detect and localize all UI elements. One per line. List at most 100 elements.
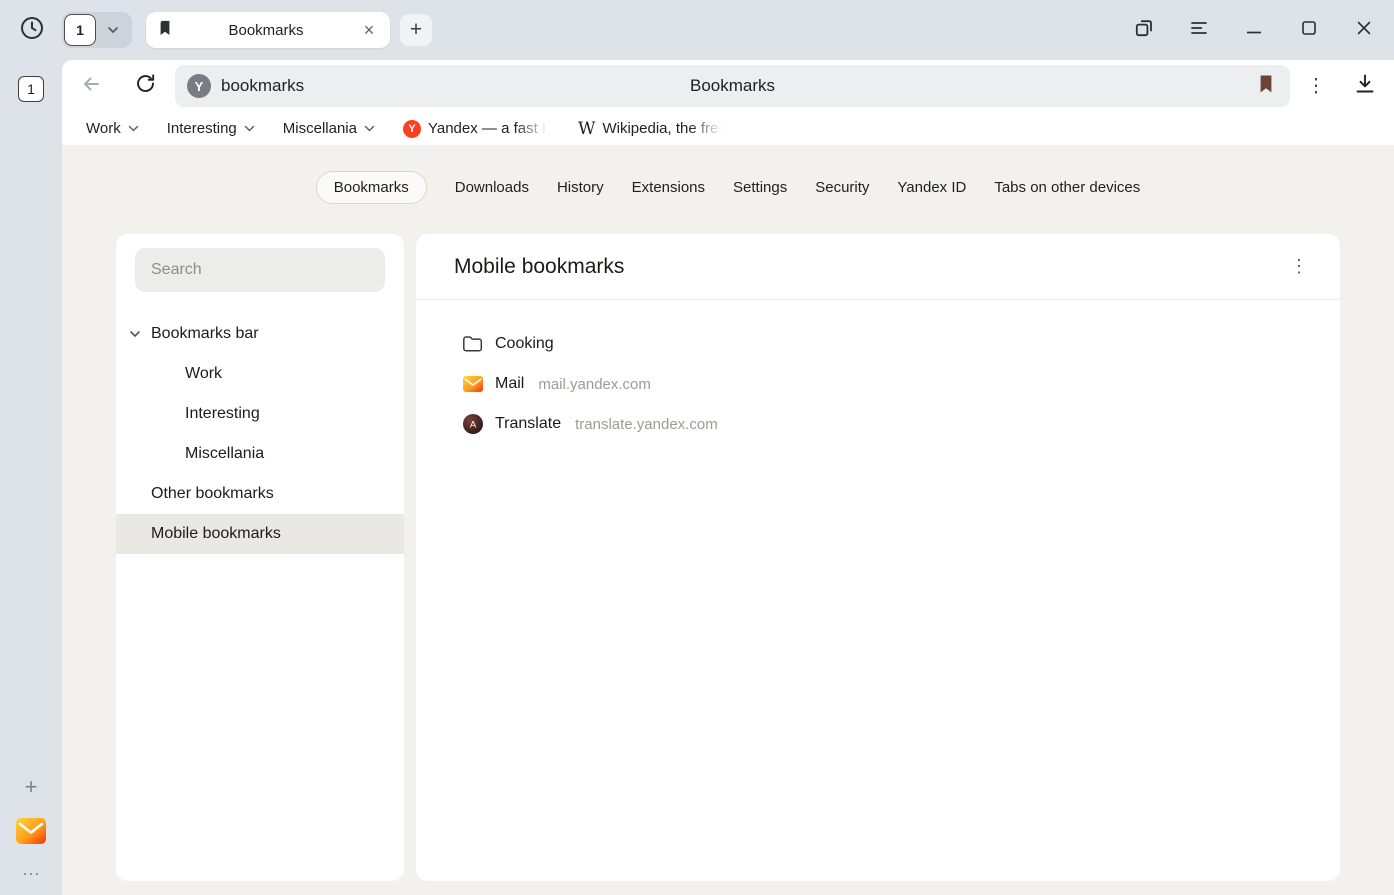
window-minimize-button[interactable] (1242, 18, 1266, 42)
list-item-mail[interactable]: Mail mail.yandex.com (416, 364, 1340, 404)
folder-icon (462, 335, 483, 353)
downloads-button[interactable] (1352, 73, 1378, 99)
bookmark-tab-icon (158, 20, 172, 41)
list-item-cooking[interactable]: Cooking (416, 324, 1340, 364)
tab-group-count-badge[interactable]: 1 (64, 14, 96, 46)
tab-bookmarks-section[interactable]: Bookmarks (316, 171, 427, 204)
toolbar-more-button[interactable]: ⋮ (1306, 75, 1326, 98)
workspace-badge[interactable]: 1 (18, 76, 44, 102)
yandex-mail-icon (16, 831, 46, 848)
site-favicon: Y (187, 74, 211, 98)
tab-settings-section[interactable]: Settings (733, 172, 787, 203)
tree-item-label: Work (185, 365, 222, 383)
hamburger-menu-icon (1189, 20, 1209, 41)
bookmark-this-page-button[interactable] (1254, 74, 1278, 99)
window-maximize-button[interactable] (1297, 18, 1321, 42)
page-title: Bookmarks (175, 76, 1290, 96)
list-header: Mobile bookmarks ⋮ (416, 234, 1340, 300)
bookmarks-bar-folder-interesting[interactable]: Interesting (167, 120, 255, 137)
panels-icon (1133, 17, 1155, 44)
bookmarks-manager-page: Bookmarks Downloads History Extensions S… (62, 145, 1394, 895)
yandex-mail-favicon (462, 376, 483, 392)
tree-item-other-bookmarks[interactable]: Other bookmarks (116, 474, 404, 514)
bookmark-url: translate.yandex.com (575, 416, 718, 433)
browser-window: Y bookmarks Bookmarks ⋮ Work Interesting (62, 60, 1394, 895)
back-arrow-icon (79, 72, 103, 101)
bookmarks-bar-link-wikipedia[interactable]: W Wikipedia, the free (578, 119, 724, 139)
tree-item-work[interactable]: Work (116, 354, 404, 394)
list-more-button[interactable]: ⋮ (1288, 256, 1310, 277)
wikipedia-favicon: W (578, 119, 595, 139)
browser-toolbar: Y bookmarks Bookmarks ⋮ (62, 60, 1394, 112)
tree-item-miscellania[interactable]: Miscellania (116, 434, 404, 474)
tree-item-interesting[interactable]: Interesting (116, 394, 404, 434)
tree-item-label: Interesting (185, 405, 260, 423)
side-more-button[interactable]: ⋯ (22, 865, 40, 883)
side-add-button[interactable]: + (25, 776, 38, 798)
menu-button[interactable] (1187, 18, 1211, 42)
chevron-expanded-icon[interactable] (129, 330, 143, 338)
titlebar-controls (1132, 18, 1376, 42)
manager-nav-tabs: Bookmarks Downloads History Extensions S… (62, 145, 1394, 204)
tree-item-label: Mobile bookmarks (151, 525, 281, 543)
minimize-icon (1247, 21, 1261, 39)
tab-security-section[interactable]: Security (815, 172, 869, 203)
bookmark-link-label: Yandex — a fast In (428, 120, 550, 137)
chevron-down-icon (364, 125, 375, 132)
bookmark-name: Translate (495, 415, 561, 433)
tab-title: Bookmarks (172, 22, 360, 39)
address-bar[interactable]: Y bookmarks Bookmarks (175, 65, 1290, 107)
search-input[interactable] (135, 248, 385, 292)
clock-icon (19, 15, 45, 46)
tab-group-dropdown[interactable] (96, 21, 130, 39)
chevron-down-icon (128, 125, 139, 132)
window-close-button[interactable] (1352, 18, 1376, 42)
tree-item-bookmarks-bar[interactable]: Bookmarks bar (116, 314, 404, 354)
url-text[interactable]: bookmarks (221, 76, 304, 96)
tab-extensions-section[interactable]: Extensions (632, 172, 705, 203)
maximize-icon (1302, 21, 1316, 40)
bookmark-name: Cooking (495, 335, 554, 353)
bookmark-folder-label: Interesting (167, 120, 237, 137)
folder-tree: Bookmarks bar Work Interesting Miscellan… (116, 314, 404, 554)
tab-close-icon[interactable]: × (360, 21, 378, 39)
bookmark-folder-label: Work (86, 120, 121, 137)
bookmarks-bar-folder-work[interactable]: Work (86, 120, 139, 137)
tab-group[interactable]: 1 (62, 12, 132, 48)
side-strip: 1 + ⋯ (0, 60, 62, 895)
tab-yandex-id-section[interactable]: Yandex ID (897, 172, 966, 203)
chevron-down-icon (244, 125, 255, 132)
bookmark-list: Cooking (416, 300, 1340, 444)
tab-history-section[interactable]: History (557, 172, 604, 203)
bookmark-folder-label: Miscellania (283, 120, 357, 137)
panels-row: Bookmarks bar Work Interesting Miscellan… (62, 204, 1394, 895)
close-icon (1357, 21, 1371, 40)
back-button[interactable] (79, 74, 103, 98)
download-icon (1353, 72, 1377, 101)
svg-text:A: A (469, 420, 476, 431)
tree-item-label: Bookmarks bar (151, 325, 259, 343)
bookmark-flag-icon (1258, 74, 1274, 99)
tab-bookmarks[interactable]: Bookmarks × (146, 12, 390, 48)
bookmark-name: Mail (495, 375, 524, 393)
list-title: Mobile bookmarks (454, 255, 624, 279)
history-clock-button[interactable] (18, 16, 46, 44)
tree-item-label: Miscellania (185, 445, 264, 463)
tab-other-devices-section[interactable]: Tabs on other devices (994, 172, 1140, 203)
side-panels-button[interactable] (1132, 18, 1156, 42)
chevron-down-icon (107, 21, 119, 39)
bookmarks-bar-folder-miscellania[interactable]: Miscellania (283, 120, 375, 137)
yandex-favicon: Y (403, 120, 421, 138)
tab-downloads-section[interactable]: Downloads (455, 172, 529, 203)
bookmarks-bar-link-yandex[interactable]: Y Yandex — a fast In (403, 120, 550, 138)
yandex-mail-app-button[interactable] (16, 818, 46, 849)
yandex-translate-favicon: A (462, 414, 483, 434)
titlebar: 1 Bookmarks × + (0, 0, 1394, 60)
list-item-translate[interactable]: A Translate translate.yandex.com (416, 404, 1340, 444)
bookmark-url: mail.yandex.com (538, 376, 651, 393)
bookmark-link-label: Wikipedia, the free (602, 120, 724, 137)
reload-button[interactable] (133, 74, 157, 98)
new-tab-button[interactable]: + (400, 14, 432, 46)
folders-sidebar: Bookmarks bar Work Interesting Miscellan… (116, 234, 404, 881)
tree-item-mobile-bookmarks[interactable]: Mobile bookmarks (116, 514, 404, 554)
